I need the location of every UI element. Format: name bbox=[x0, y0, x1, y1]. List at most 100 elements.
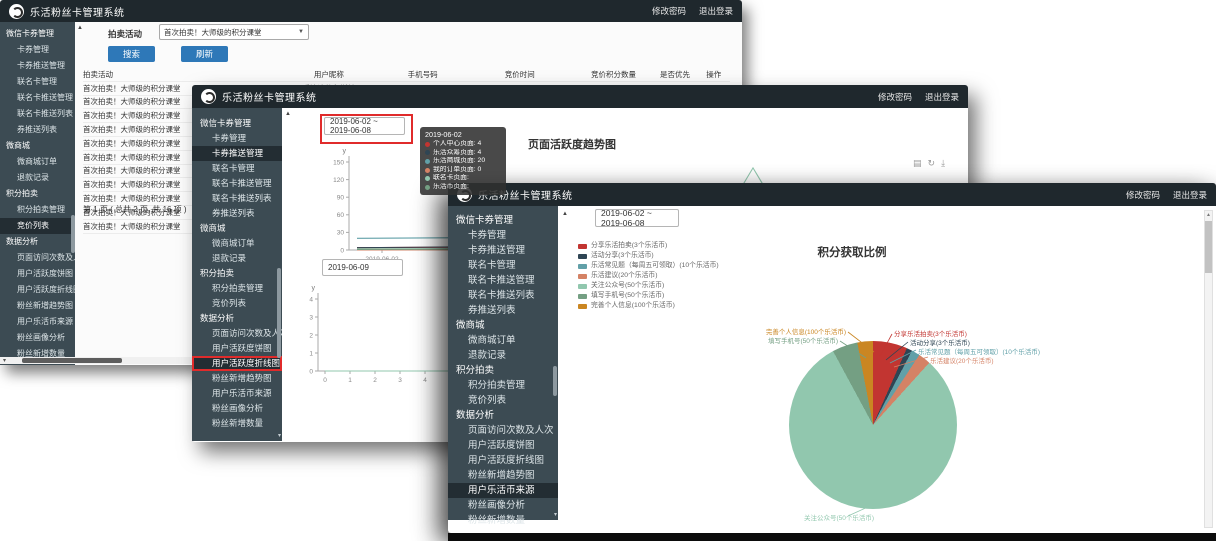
legend-item[interactable]: 关注公众号(50个乐活币) bbox=[578, 281, 719, 291]
search-button[interactable]: 搜索 bbox=[108, 46, 155, 62]
legend-item[interactable]: 乐活常见题（每周五可领取）(10个乐活币) bbox=[578, 261, 719, 271]
sidebar-menu-item[interactable]: 粉丝新增趋势图 bbox=[192, 371, 282, 386]
sidebar-menu-item[interactable]: 联名卡推送管理 bbox=[192, 176, 282, 191]
sidebar-menu-item[interactable]: 积分拍卖 bbox=[192, 266, 282, 281]
col-header[interactable]: 操作 bbox=[698, 69, 730, 80]
sidebar-menu-item[interactable]: 微商城订单 bbox=[448, 333, 558, 348]
sidebar-menu-item[interactable]: 联名卡推送列表 bbox=[0, 106, 75, 122]
scroll-down-icon[interactable]: ▾ bbox=[3, 357, 6, 364]
sidebar-menu-item[interactable]: 竞价列表 bbox=[192, 296, 282, 311]
sidebar-menu-item[interactable]: 用户乐活币来源 bbox=[448, 483, 558, 498]
sidebar-menu-item[interactable]: 卡券推送管理 bbox=[192, 146, 282, 161]
sidebar-menu-item[interactable]: 券推送列表 bbox=[192, 206, 282, 221]
sidebar-menu-item[interactable]: 券推送列表 bbox=[448, 303, 558, 318]
sidebar-menu-item[interactable]: 联名卡推送列表 bbox=[192, 191, 282, 206]
sidebar-menu-item[interactable]: 联名卡推送列表 bbox=[448, 288, 558, 303]
sidebar-menu-item[interactable]: 粉丝画像分析 bbox=[0, 330, 75, 346]
sidebar-menu-item[interactable]: 积分拍卖管理 bbox=[192, 281, 282, 296]
sidebar-menu-item[interactable]: 积分拍卖管理 bbox=[0, 202, 75, 218]
sidebar-menu-item[interactable]: 数据分析 bbox=[448, 408, 558, 423]
scroll-up-icon[interactable]: ▲ bbox=[562, 211, 568, 217]
change-password-link[interactable]: 修改密码 bbox=[878, 91, 912, 103]
legend-item[interactable]: 分享乐活拍卖(3个乐活币) bbox=[578, 241, 719, 251]
scroll-down-icon[interactable]: ▾ bbox=[278, 432, 281, 439]
sidebar-menu-item[interactable]: 粉丝画像分析 bbox=[448, 498, 558, 513]
sidebar-menu-item[interactable]: 粉丝新增趋势图 bbox=[448, 468, 558, 483]
sidebar-menu-item[interactable]: 用户活跃度折线图 bbox=[448, 453, 558, 468]
sidebar-menu-item[interactable]: 卡券管理 bbox=[448, 228, 558, 243]
sidebar-menu-item[interactable]: 用户活跃度折线图 bbox=[0, 282, 75, 298]
logout-link[interactable]: 退出登录 bbox=[1173, 189, 1207, 201]
horizontal-scrollbar-thumb[interactable] bbox=[22, 358, 122, 363]
sidebar-menu-item[interactable]: 粉丝新增数量 bbox=[448, 513, 558, 528]
sidebar-menu-item[interactable]: 用户活跃度饼图 bbox=[448, 438, 558, 453]
legend-item[interactable]: 乐活建议(20个乐活币) bbox=[578, 271, 719, 281]
sidebar-menu-item[interactable]: 联名卡推送管理 bbox=[448, 273, 558, 288]
sidebar-menu-item[interactable]: 粉丝新增数量 bbox=[192, 416, 282, 431]
vertical-scrollbar-thumb[interactable] bbox=[1205, 221, 1212, 273]
sidebar-menu-item[interactable]: 退款记录 bbox=[448, 348, 558, 363]
sidebar-menu-item[interactable]: 卡券管理 bbox=[0, 42, 75, 58]
col-header[interactable]: 竞价积分数量 bbox=[575, 69, 653, 80]
sidebar-menu-item[interactable]: 粉丝画像分析 bbox=[192, 401, 282, 416]
sidebar-scrollbar-thumb[interactable] bbox=[277, 268, 281, 358]
date-range-input[interactable]: 2019-06-02 ~ 2019-06-08 bbox=[595, 209, 679, 227]
sidebar-menu-item[interactable]: 粉丝新增趋势图 bbox=[0, 298, 75, 314]
col-header[interactable]: 手机号码 bbox=[381, 69, 465, 80]
sidebar-menu-item[interactable]: 积分拍卖 bbox=[0, 186, 75, 202]
sidebar-menu-item[interactable]: 卡券推送管理 bbox=[0, 58, 75, 74]
col-header[interactable]: 是否优先 bbox=[652, 69, 697, 80]
scroll-up-icon[interactable]: ▲ bbox=[1206, 212, 1211, 218]
scroll-up-icon[interactable]: ▲ bbox=[285, 111, 291, 117]
change-password-link[interactable]: 修改密码 bbox=[652, 5, 686, 17]
col-header[interactable]: 竞价时间 bbox=[465, 69, 575, 80]
sidebar-menu-item[interactable]: 联名卡推送管理 bbox=[0, 90, 75, 106]
auction-activity-select[interactable]: 首次拍卖！大师级的积分课堂 ▼ bbox=[159, 24, 309, 40]
sidebar-menu-item[interactable]: 积分拍卖 bbox=[448, 363, 558, 378]
col-header[interactable]: 用户昵称 bbox=[277, 69, 381, 80]
sidebar-menu-item[interactable]: 用户活跃度折线图 bbox=[192, 356, 282, 371]
sidebar-menu-item[interactable]: 卡券推送管理 bbox=[448, 243, 558, 258]
sidebar-menu-item[interactable]: 微信卡券管理 bbox=[448, 213, 558, 228]
sidebar-menu-item[interactable]: 用户乐活币来源 bbox=[0, 314, 75, 330]
logout-link[interactable]: 退出登录 bbox=[699, 5, 733, 17]
sidebar-menu-item[interactable]: 用户活跃度饼图 bbox=[192, 341, 282, 356]
legend-item[interactable]: 填写手机号(50个乐活币) bbox=[578, 291, 719, 301]
legend-item[interactable]: 完善个人信息(100个乐活币) bbox=[578, 301, 719, 311]
sidebar-menu-item[interactable]: 退款记录 bbox=[192, 251, 282, 266]
sidebar-menu-item[interactable]: 数据分析 bbox=[0, 234, 75, 250]
scroll-down-icon[interactable]: ▾ bbox=[554, 511, 557, 518]
date-input[interactable]: 2019-06-09 bbox=[322, 259, 403, 276]
sidebar-menu-item[interactable]: 微商城订单 bbox=[192, 236, 282, 251]
sidebar-menu-item[interactable]: 卡券管理 bbox=[192, 131, 282, 146]
sidebar-menu-item[interactable]: 微商城 bbox=[0, 138, 75, 154]
col-header[interactable]: 拍卖活动 bbox=[83, 69, 277, 80]
sidebar-menu-item[interactable]: 页面访问次数及人次 bbox=[0, 250, 75, 266]
logout-link[interactable]: 退出登录 bbox=[925, 91, 959, 103]
sidebar-menu-item[interactable]: 微商城 bbox=[448, 318, 558, 333]
pie-chart[interactable] bbox=[789, 341, 957, 509]
sidebar-menu-item[interactable]: 页面访问次数及人次 bbox=[192, 326, 282, 341]
change-password-link[interactable]: 修改密码 bbox=[1126, 189, 1160, 201]
sidebar-menu-item[interactable]: 微信卡券管理 bbox=[192, 116, 282, 131]
legend-item[interactable]: 活动分享(3个乐活币) bbox=[578, 251, 719, 261]
sidebar-menu-item[interactable]: 积分拍卖管理 bbox=[448, 378, 558, 393]
sidebar-menu-item[interactable]: 联名卡管理 bbox=[192, 161, 282, 176]
sidebar-menu-item[interactable]: 用户乐活币来源 bbox=[192, 386, 282, 401]
vertical-scrollbar[interactable]: ▲ bbox=[1204, 210, 1213, 528]
sidebar-menu-item[interactable]: 联名卡管理 bbox=[448, 258, 558, 273]
sidebar-menu-item[interactable]: 联名卡管理 bbox=[0, 74, 75, 90]
sidebar-menu-item[interactable]: 微商城 bbox=[192, 221, 282, 236]
sidebar-menu-item[interactable]: 页面访问次数及人次 bbox=[448, 423, 558, 438]
refresh-button[interactable]: 刷新 bbox=[181, 46, 228, 62]
scroll-up-icon[interactable]: ▲ bbox=[77, 25, 83, 31]
date-range-input[interactable]: 2019-06-02 ~ 2019-06-08 bbox=[324, 117, 405, 135]
sidebar-menu-item[interactable]: 退款记录 bbox=[0, 170, 75, 186]
sidebar-scrollbar-thumb[interactable] bbox=[553, 366, 557, 396]
sidebar-menu-item[interactable]: 微商城订单 bbox=[0, 154, 75, 170]
sidebar-menu-item[interactable]: 竞价列表 bbox=[0, 218, 75, 234]
sidebar-menu-item[interactable]: 券推送列表 bbox=[0, 122, 75, 138]
sidebar-menu-item[interactable]: 竞价列表 bbox=[448, 393, 558, 408]
sidebar-menu-item[interactable]: 用户活跃度饼图 bbox=[0, 266, 75, 282]
sidebar-menu-item[interactable]: 微信卡券管理 bbox=[0, 26, 75, 42]
